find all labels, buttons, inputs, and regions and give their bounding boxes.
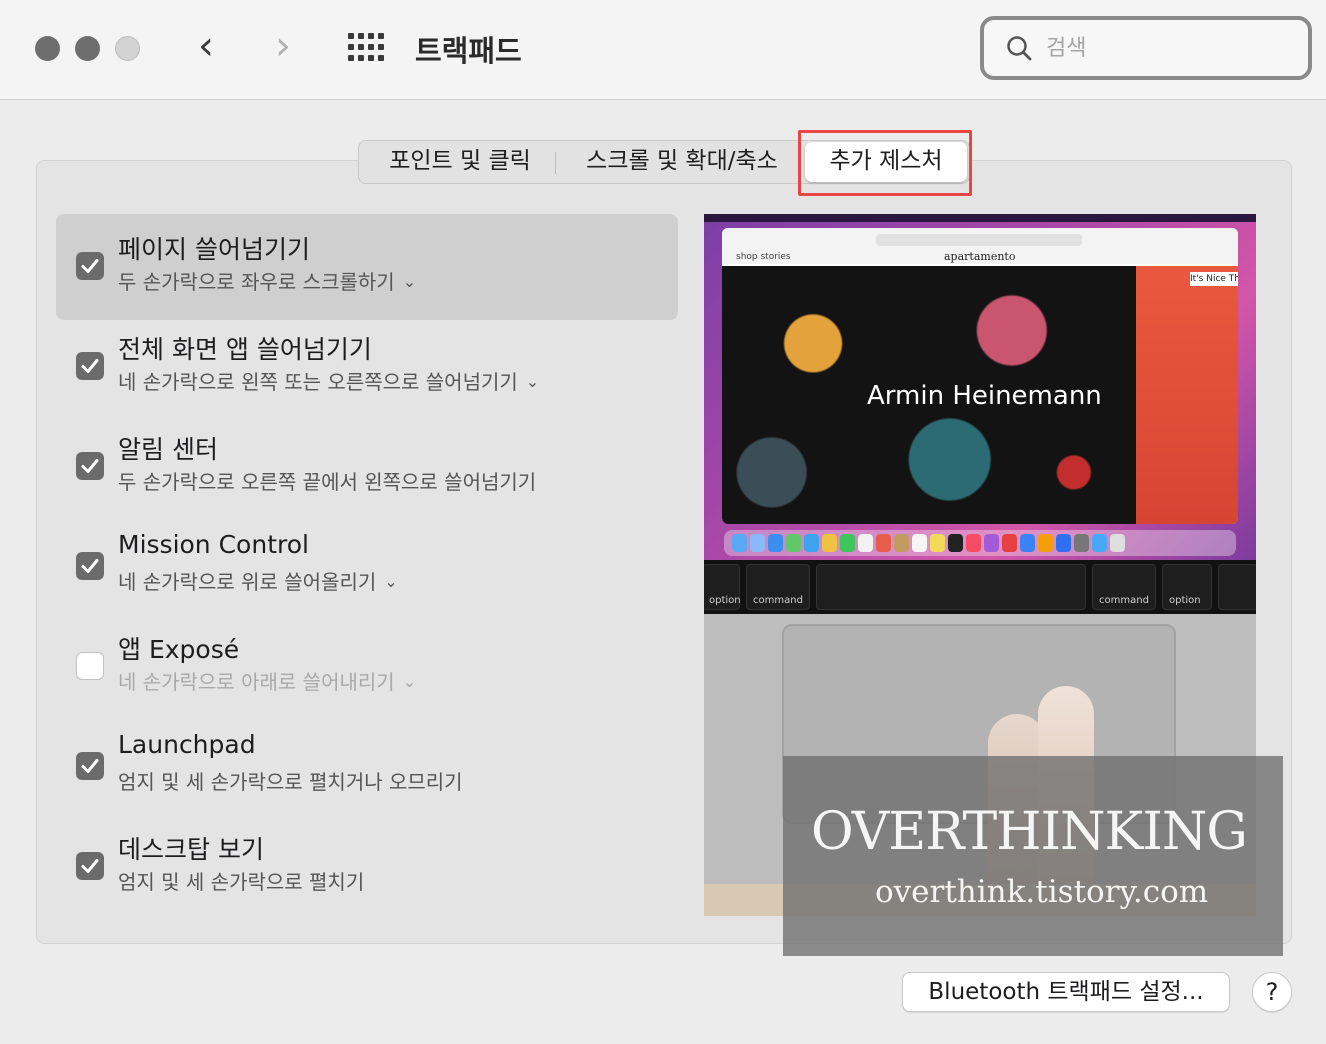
preview-menu-bar (704, 214, 1256, 222)
gesture-title: 페이지 쓸어넘기기 (118, 235, 310, 264)
gesture-title: Launchpad (118, 730, 256, 759)
gesture-row-swipe-pages[interactable]: 페이지 쓸어넘기기 두 손가락으로 좌우로 스크롤하기 ⌄ (56, 214, 678, 320)
checkmark-icon (81, 559, 99, 573)
preview-keyboard: option command command option (704, 560, 1256, 614)
checkmark-icon (81, 259, 99, 273)
chevron-down-icon: ⌄ (525, 372, 540, 391)
chevron-down-icon: ⌄ (402, 672, 417, 691)
preview-browser-window: shop stories apartamento Armin Heinemann… (722, 228, 1238, 524)
tab-point-and-click[interactable]: 포인트 및 클릭 (369, 141, 551, 183)
gesture-option-dropdown[interactable]: 네 손가락으로 위로 쓸어올리기 ⌄ (118, 566, 398, 595)
back-chevron-icon[interactable]: ‹ (198, 26, 214, 66)
notification-center-checkbox[interactable] (76, 452, 104, 480)
preview-key-option-right: option (1162, 564, 1212, 610)
mission-control-checkbox[interactable] (76, 552, 104, 580)
checkmark-icon (81, 759, 99, 773)
title-bar: ‹ › 트랙패드 (0, 0, 1326, 100)
chevron-down-icon: ⌄ (402, 272, 417, 291)
help-button[interactable]: ? (1252, 972, 1292, 1012)
preview-key-space (816, 564, 1086, 610)
preview-url-bar (876, 234, 1082, 246)
preview-key-option-left: option (704, 564, 741, 610)
gesture-row-notification-center[interactable]: 알림 센터 두 손가락으로 오른쪽 끝에서 왼쪽으로 쓸어넘기기 (56, 414, 678, 520)
preview-side-title: It's Nice Tha (1190, 272, 1238, 286)
tab-bar: 포인트 및 클릭 스크롤 및 확대/축소 추가 제스처 (358, 140, 970, 184)
preview-key-arrow (1218, 564, 1256, 610)
preview-hero-image: Armin Heinemann (722, 266, 1136, 524)
chevron-down-icon: ⌄ (384, 572, 398, 591)
gesture-title: Mission Control (118, 530, 309, 559)
forward-chevron-icon[interactable]: › (275, 26, 291, 66)
gesture-option-label: 네 손가락으로 왼쪽 또는 오른쪽으로 쓸어넘기기 (118, 370, 518, 394)
window-title: 트랙패드 (415, 34, 522, 68)
gesture-option-dropdown[interactable]: 네 손가락으로 왼쪽 또는 오른쪽으로 쓸어넘기기 ⌄ (118, 366, 539, 395)
gesture-row-launchpad[interactable]: Launchpad 엄지 및 세 손가락으로 펼치거나 오므리기 (56, 714, 678, 820)
checkmark-icon (81, 459, 99, 473)
preview-dock (724, 530, 1236, 556)
checkmark-icon (81, 859, 99, 873)
search-input[interactable] (1046, 32, 1286, 64)
gesture-row-swipe-fullscreen-apps[interactable]: 전체 화면 앱 쓸어넘기기 네 손가락으로 왼쪽 또는 오른쪽으로 쓸어넘기기 ⌄ (56, 314, 678, 420)
app-expose-checkbox[interactable] (76, 652, 104, 680)
preview-side-artwork (1136, 266, 1238, 524)
swipe-fullscreen-apps-checkbox[interactable] (76, 352, 104, 380)
preview-hero-name: Armin Heinemann (867, 381, 1102, 411)
tab-divider (555, 152, 556, 174)
tab-more-gestures[interactable]: 추가 제스처 (805, 142, 967, 182)
gesture-title: 앱 Exposé (118, 635, 240, 664)
checkmark-icon (81, 359, 99, 373)
preview-key-command-right: command (1092, 564, 1156, 610)
search-field[interactable] (980, 16, 1312, 80)
gesture-option-label: 네 손가락으로 아래로 쓸어내리기 (118, 670, 395, 694)
tab-scroll-and-zoom[interactable]: 스크롤 및 확대/축소 (567, 141, 797, 183)
close-window-button[interactable] (35, 36, 60, 61)
gesture-description: 엄지 및 세 손가락으로 펼치기 (118, 870, 365, 894)
launchpad-checkbox[interactable] (76, 752, 104, 780)
swipe-pages-checkbox[interactable] (76, 252, 104, 280)
preview-key-command-left: command (746, 564, 810, 610)
preview-site-brand: apartamento (944, 250, 1016, 263)
gesture-title: 알림 센터 (118, 435, 218, 464)
watermark-overlay: OVERTHINKING overthink.tistory.com (783, 756, 1283, 956)
bluetooth-trackpad-setup-button[interactable]: Bluetooth 트랙패드 설정... (902, 972, 1230, 1012)
watermark-title: OVERTHINKING (811, 802, 1248, 862)
gesture-title: 전체 화면 앱 쓸어넘기기 (118, 335, 372, 364)
minimize-window-button[interactable] (75, 36, 100, 61)
gesture-option-label: 네 손가락으로 위로 쓸어올리기 (118, 570, 377, 594)
gesture-option-dropdown[interactable]: 두 손가락으로 좌우로 스크롤하기 ⌄ (118, 266, 416, 295)
search-icon (1007, 36, 1032, 61)
watermark-url: overthink.tistory.com (875, 874, 1209, 910)
show-all-grid-icon[interactable] (348, 33, 386, 61)
gesture-option-label: 두 손가락으로 좌우로 스크롤하기 (118, 270, 395, 294)
zoom-window-button[interactable] (115, 36, 140, 61)
show-desktop-checkbox[interactable] (76, 852, 104, 880)
gesture-description: 두 손가락으로 오른쪽 끝에서 왼쪽으로 쓸어넘기기 (118, 470, 537, 494)
gesture-title: 데스크탑 보기 (118, 835, 264, 864)
gesture-row-show-desktop[interactable]: 데스크탑 보기 엄지 및 세 손가락으로 펼치기 (56, 814, 678, 920)
preview-laptop-screen: shop stories apartamento Armin Heinemann… (704, 214, 1256, 560)
preview-site-nav: shop stories (736, 252, 791, 262)
gesture-description: 엄지 및 세 손가락으로 펼치거나 오므리기 (118, 770, 463, 794)
gesture-row-mission-control[interactable]: Mission Control 네 손가락으로 위로 쓸어올리기 ⌄ (56, 514, 678, 620)
gesture-row-app-expose[interactable]: 앱 Exposé 네 손가락으로 아래로 쓸어내리기 ⌄ (56, 614, 678, 720)
gesture-option-dropdown[interactable]: 네 손가락으로 아래로 쓸어내리기 ⌄ (118, 666, 416, 695)
